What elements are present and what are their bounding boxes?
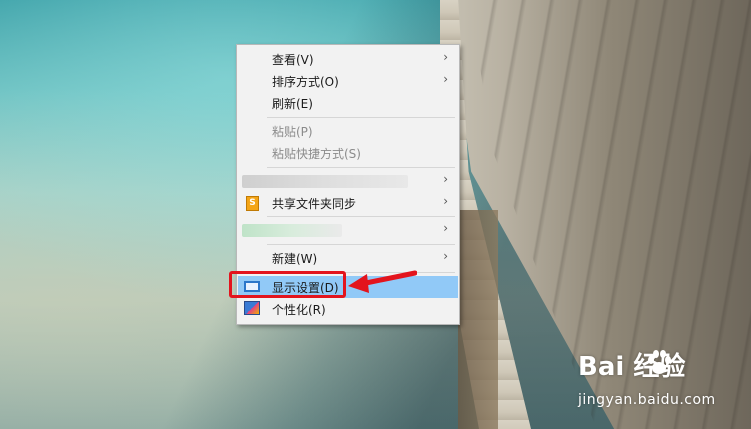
menu-item-redacted-1[interactable]: › — [238, 170, 458, 192]
submenu-arrow-icon: › — [443, 172, 448, 186]
menu-item-paste: 粘贴(P) — [238, 120, 458, 142]
menu-item-label: 粘贴(P) — [272, 125, 313, 139]
menu-item-refresh[interactable]: 刷新(E) — [238, 92, 458, 114]
menu-item-label: 共享文件夹同步 — [272, 197, 357, 211]
submenu-arrow-icon: › — [443, 50, 448, 64]
menu-separator — [267, 216, 455, 217]
menu-item-view[interactable]: 查看(V) › — [238, 48, 458, 70]
menu-item-label: 排序方式(O) — [272, 75, 339, 89]
submenu-arrow-icon: › — [443, 72, 448, 86]
annotation-arrow-icon — [348, 270, 417, 293]
baidu-jingyan-watermark: Bai 经验 jingyan.baidu.com — [578, 346, 748, 416]
menu-item-redacted-2[interactable]: › — [238, 219, 458, 241]
menu-item-personalize[interactable]: 个性化(R) — [238, 298, 458, 320]
submenu-arrow-icon: › — [443, 221, 448, 235]
blurred-label — [242, 175, 408, 188]
menu-separator — [267, 244, 455, 245]
menu-item-label: 新建(W) — [272, 252, 318, 266]
menu-item-sort-by[interactable]: 排序方式(O) › — [238, 70, 458, 92]
menu-item-label: 个性化(R) — [272, 303, 326, 317]
submenu-arrow-icon: › — [443, 249, 448, 263]
watermark-url: jingyan.baidu.com — [578, 392, 716, 408]
wallpaper-pier-post — [458, 210, 498, 429]
menu-separator — [267, 117, 455, 118]
menu-item-label: 查看(V) — [272, 53, 314, 67]
menu-item-shared-folder-sync[interactable]: S 共享文件夹同步 › — [238, 192, 458, 214]
menu-separator — [267, 167, 455, 168]
menu-item-label: 粘贴快捷方式(S) — [272, 147, 361, 161]
personalize-icon — [244, 301, 260, 315]
baidu-paw-icon — [648, 350, 671, 374]
share-sync-icon: S — [246, 196, 259, 211]
menu-item-label: 刷新(E) — [272, 97, 313, 111]
blurred-label — [242, 224, 342, 237]
submenu-arrow-icon: › — [443, 194, 448, 208]
annotation-highlight-box — [229, 271, 346, 298]
menu-item-paste-shortcut: 粘贴快捷方式(S) — [238, 142, 458, 164]
